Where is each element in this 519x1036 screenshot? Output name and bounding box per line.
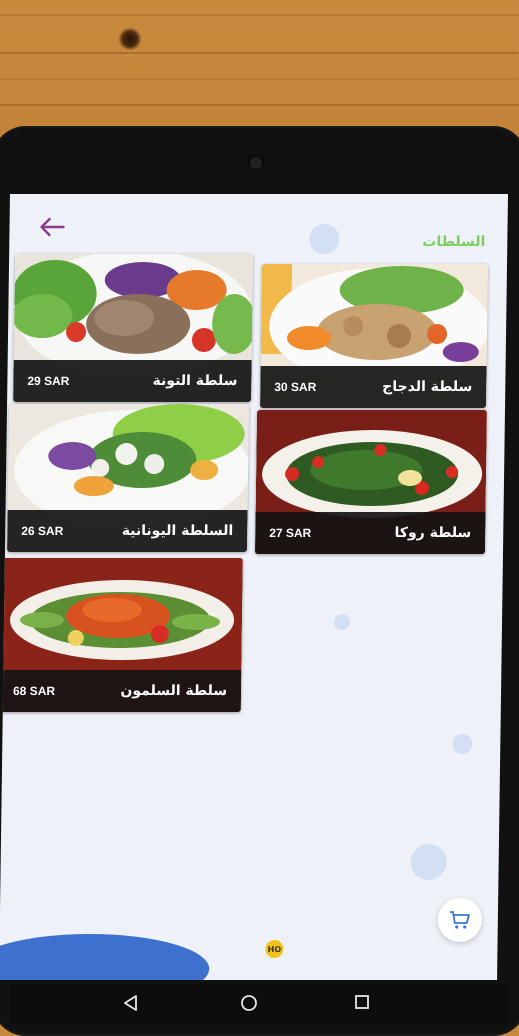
arrow-left-icon	[40, 217, 65, 237]
nav-back-icon	[124, 995, 137, 1011]
menu-item-card[interactable]: 68 SAR سلطة السلمون	[0, 558, 243, 712]
page-title: السلطات	[422, 234, 486, 250]
menu-item-name: سلطة التونة	[152, 373, 238, 389]
nav-recents-button[interactable]	[354, 994, 370, 1014]
menu-item-name: سلطة روكا	[394, 525, 472, 541]
menu-item-name: سلطة الدجاج	[382, 379, 473, 395]
front-camera	[250, 157, 262, 169]
decorative-blue-shape	[0, 934, 210, 980]
menu-item-bar: 30 SAR سلطة الدجاج	[260, 366, 487, 408]
cart-button[interactable]	[437, 898, 483, 942]
menu-item-name: سلطة السلمون	[120, 683, 228, 699]
menu-item-price: 27 SAR	[269, 526, 312, 540]
menu-item-bar: 27 SAR سلطة روكا	[254, 512, 486, 554]
nav-home-icon	[241, 995, 257, 1011]
menu-item-bar: 26 SAR السلطة اليونانية	[7, 510, 248, 552]
app-screen: السلطات 29 SAR سلطة التونة 30 SAR سلطة ا…	[0, 194, 508, 980]
menu-item-price: 30 SAR	[274, 380, 317, 394]
menu-item-price: 29 SAR	[27, 374, 70, 388]
menu-item-card[interactable]: 26 SAR السلطة اليونانية	[7, 404, 250, 552]
menu-item-card[interactable]: 29 SAR سلطة التونة	[13, 254, 254, 402]
shopping-cart-icon	[449, 911, 470, 929]
back-button[interactable]	[37, 216, 65, 238]
system-nav-bar	[10, 984, 508, 1024]
menu-item-card[interactable]: 27 SAR سلطة روكا	[254, 410, 487, 554]
menu-item-card[interactable]: 30 SAR سلطة الدجاج	[260, 264, 489, 408]
menu-item-price: 68 SAR	[12, 684, 56, 698]
wood-knot	[118, 28, 142, 50]
nav-home-button[interactable]	[240, 994, 258, 1016]
nav-back-button[interactable]	[122, 994, 138, 1016]
menu-item-name: السلطة اليونانية	[121, 523, 234, 539]
menu-item-price: 26 SAR	[21, 524, 64, 538]
brand-logo: HO	[265, 940, 284, 958]
menu-item-bar: 29 SAR سلطة التونة	[13, 360, 252, 402]
nav-recents-icon	[355, 995, 369, 1009]
menu-item-bar: 68 SAR سلطة السلمون	[0, 670, 242, 712]
